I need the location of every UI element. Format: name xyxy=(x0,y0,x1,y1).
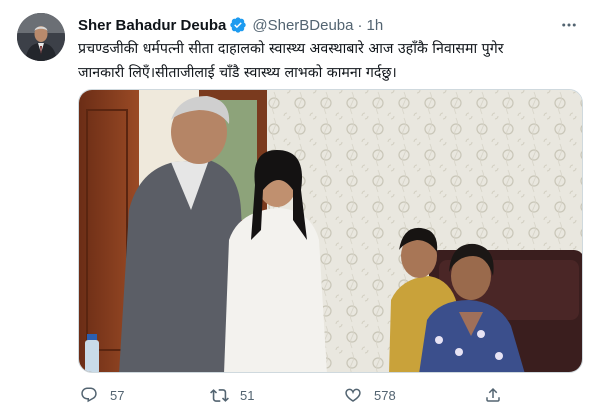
separator-dot: · xyxy=(357,16,363,34)
tweet-actions: 57 51 578 xyxy=(78,383,583,407)
reply-button[interactable]: 57 xyxy=(78,383,124,407)
reply-icon xyxy=(78,384,100,406)
tweet-text: प्रचण्डजीकी धर्मपत्नी सीता दाहालको स्वास… xyxy=(78,37,583,85)
share-button[interactable] xyxy=(482,383,504,407)
retweet-count: 51 xyxy=(240,387,255,403)
tweet-timestamp[interactable]: 1h xyxy=(367,17,384,34)
reply-count: 57 xyxy=(110,387,125,403)
like-button[interactable]: 578 xyxy=(342,383,396,407)
author-handle[interactable]: @SherBDeuba xyxy=(252,17,353,34)
share-icon xyxy=(482,384,504,406)
like-count: 578 xyxy=(374,387,396,403)
avatar[interactable] xyxy=(17,13,65,61)
tweet-text-line-1: प्रचण्डजीकी धर्मपत्नी सीता दाहालको स्वास… xyxy=(78,41,504,57)
verified-badge-icon xyxy=(229,16,247,34)
tweet-text-line-2: जानकारी लिएँ।सीताजीलाई चाँडै स्वास्थ्य ल… xyxy=(78,65,397,81)
more-icon[interactable] xyxy=(558,14,580,36)
retweet-icon xyxy=(208,384,230,406)
tweet-photo[interactable] xyxy=(78,89,583,373)
author-name[interactable]: Sher Bahadur Deuba xyxy=(78,17,226,34)
retweet-button[interactable]: 51 xyxy=(208,383,254,407)
heart-icon xyxy=(342,384,364,406)
tweet-header: Sher Bahadur Deuba @SherBDeuba · 1h xyxy=(78,15,383,35)
tweet: Sher Bahadur Deuba @SherBDeuba · 1h प्रच… xyxy=(0,0,598,418)
